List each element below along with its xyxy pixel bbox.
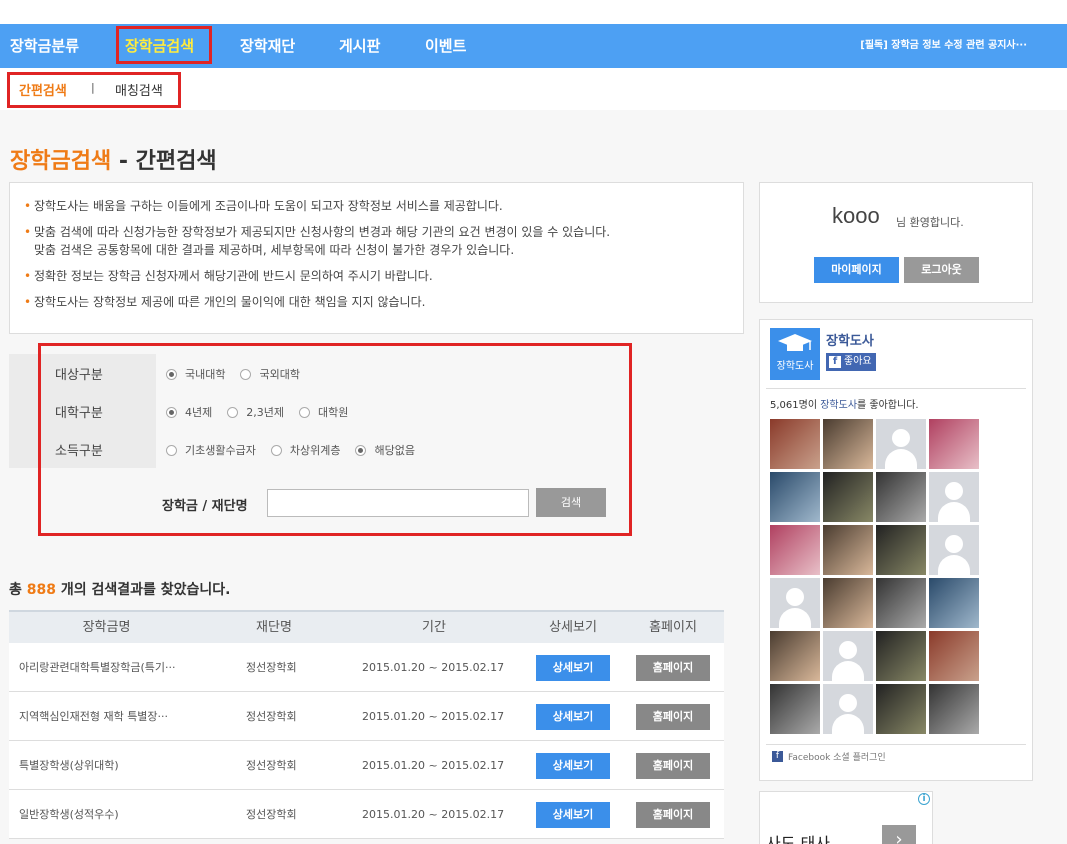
avatar[interactable] (876, 631, 926, 681)
header-period: 기간 (422, 620, 446, 635)
header-home: 홈페이지 (649, 620, 697, 635)
top-spacer (0, 0, 1067, 24)
result-count: 총 888 개의 검색결과를 찾았습니다. (9, 582, 231, 598)
table-row: 지역핵심인재전형 재학 특별장··· 정선장학회 2015.01.20 ~ 20… (9, 692, 724, 741)
avatar[interactable] (929, 419, 979, 469)
homepage-button[interactable]: 홈페이지 (636, 655, 710, 681)
avatar[interactable] (929, 684, 979, 734)
avatar[interactable] (770, 631, 820, 681)
cell-period: 2015.01.20 ~ 2015.02.17 (362, 808, 505, 821)
cell-foundation: 정선장학회 (246, 759, 297, 772)
avatar[interactable] (823, 578, 873, 628)
avatar[interactable] (823, 419, 873, 469)
fb-plugin-label[interactable]: f Facebook 소셜 플러그인 (772, 750, 886, 763)
nav-notice-link[interactable]: [필독] 장학금 정보 수정 관련 공지사··· (860, 24, 1027, 68)
graduation-cap-icon (778, 334, 812, 351)
table-header: 장학금명 재단명 기간 상세보기 홈페이지 (9, 610, 724, 643)
avatar[interactable] (876, 525, 926, 575)
facebook-icon: f (772, 751, 783, 762)
notice-box: 장학도사는 배움을 구하는 이들에게 조금이나마 도움이 되고자 장학정보 서비… (9, 182, 744, 334)
highlight-box-nav (116, 26, 212, 64)
divider (766, 388, 1026, 389)
logo-text: 장학도사 (776, 361, 814, 372)
avatar[interactable] (929, 578, 979, 628)
notice-item: 정확한 정보는 장학금 신청자께서 해당기관에 반드시 문의하여 주시기 바랍니… (24, 267, 729, 285)
cell-foundation: 정선장학회 (246, 808, 297, 821)
table-row: 특별장학생(상위대학) 정선장학회 2015.01.20 ~ 2015.02.1… (9, 741, 724, 790)
mypage-button[interactable]: 마이페이지 (814, 257, 899, 283)
header-detail: 상세보기 (549, 620, 597, 635)
ad-text: 사도 태사 (766, 834, 830, 844)
homepage-button[interactable]: 홈페이지 (636, 802, 710, 828)
logout-button[interactable]: 로그아웃 (904, 257, 979, 283)
avatar[interactable] (929, 525, 979, 575)
avatar[interactable] (876, 419, 926, 469)
fb-page-name[interactable]: 장학도사 (826, 330, 874, 349)
cell-period: 2015.01.20 ~ 2015.02.17 (362, 759, 505, 772)
page-logo[interactable]: 장학도사 (770, 328, 820, 380)
avatar[interactable] (929, 472, 979, 522)
cell-period: 2015.01.20 ~ 2015.02.17 (362, 661, 505, 674)
cell-period: 2015.01.20 ~ 2015.02.17 (362, 710, 505, 723)
welcome-box: kooo 님 환영합니다. 마이페이지 로그아웃 (759, 182, 1033, 303)
cell-name: 지역핵심인재전형 재학 특별장··· (19, 710, 169, 723)
facebook-icon: f (829, 356, 841, 368)
homepage-button[interactable]: 홈페이지 (636, 753, 710, 779)
table-row: 아리랑관련대학특별장학금(특기··· 정선장학회 2015.01.20 ~ 20… (9, 643, 724, 692)
divider (766, 744, 1026, 745)
detail-button[interactable]: 상세보기 (536, 753, 610, 779)
avatar[interactable] (770, 684, 820, 734)
detail-button[interactable]: 상세보기 (536, 704, 610, 730)
avatar[interactable] (823, 684, 873, 734)
header-foundation: 재단명 (256, 620, 292, 635)
avatar[interactable] (823, 472, 873, 522)
avatar[interactable] (929, 631, 979, 681)
avatar[interactable] (876, 578, 926, 628)
detail-button[interactable]: 상세보기 (536, 655, 610, 681)
chevron-right-icon[interactable]: › (882, 825, 916, 844)
username: kooo (832, 203, 880, 228)
notice-item: 장학도사는 배움을 구하는 이들에게 조금이나마 도움이 되고자 장학정보 서비… (24, 197, 729, 215)
notice-item: 장학도사는 장학정보 제공에 따른 개인의 물이익에 대한 책임을 지지 않습니… (24, 293, 729, 311)
cell-name: 특별장학생(상위대학) (19, 759, 119, 772)
avatar[interactable] (770, 525, 820, 575)
page-title: 장학금검색 - 간편검색 (10, 149, 217, 174)
cell-name: 아리랑관련대학특별장학금(특기··· (19, 661, 176, 674)
detail-button[interactable]: 상세보기 (536, 802, 610, 828)
cell-foundation: 정선장학회 (246, 710, 297, 723)
avatar[interactable] (770, 419, 820, 469)
avatar[interactable] (876, 472, 926, 522)
nav-scholarship-category[interactable]: 장학금분류 (10, 24, 79, 68)
advertisement[interactable]: i 사도 태사 › (759, 791, 933, 844)
table-row: 일반장학생(성적우수) 정선장학회 2015.01.20 ~ 2015.02.1… (9, 790, 724, 839)
cell-foundation: 정선장학회 (246, 661, 297, 674)
welcome-text: 님 환영합니다. (896, 216, 964, 229)
avatar[interactable] (770, 472, 820, 522)
fb-like-button[interactable]: f 좋아요 (826, 353, 876, 371)
avatar[interactable] (823, 525, 873, 575)
avatar[interactable] (823, 631, 873, 681)
homepage-button[interactable]: 홈페이지 (636, 704, 710, 730)
header-name: 장학금명 (82, 620, 131, 635)
info-icon[interactable]: i (918, 793, 930, 805)
nav-event[interactable]: 이벤트 (425, 24, 466, 68)
fb-like-count: 5,061명이 장학도사를 좋아합니다. (770, 400, 919, 411)
highlight-box-subnav (7, 72, 181, 108)
nav-foundation[interactable]: 장학재단 (240, 24, 295, 68)
highlight-box-filters (38, 343, 632, 536)
facebook-widget: 장학도사 장학도사 f 좋아요 5,061명이 장학도사를 좋아합니다. f Fac… (759, 319, 1033, 781)
nav-board[interactable]: 게시판 (339, 24, 380, 68)
fan-avatars (770, 419, 982, 734)
notice-item: 맞춤 검색에 따라 신청가능한 장학정보가 제공되지만 신청사항의 변경과 해당… (24, 223, 729, 259)
avatar[interactable] (770, 578, 820, 628)
cell-name: 일반장학생(성적우수) (19, 808, 119, 821)
results-table: 장학금명 재단명 기간 상세보기 홈페이지 아리랑관련대학특별장학금(특기···… (9, 610, 724, 839)
avatar[interactable] (876, 684, 926, 734)
